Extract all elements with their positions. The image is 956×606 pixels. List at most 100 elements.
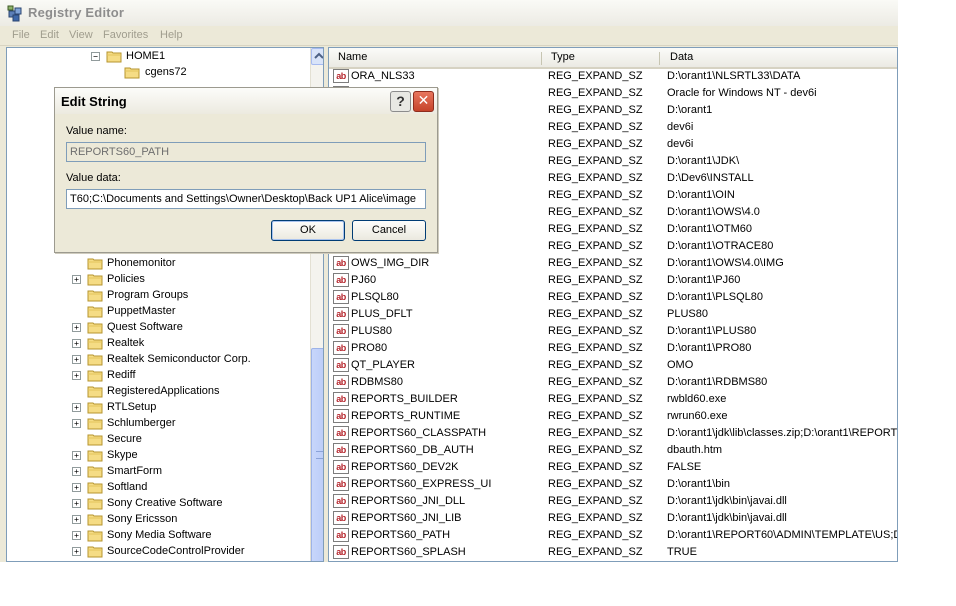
- column-header-data[interactable]: Data: [670, 51, 693, 63]
- value-type: REG_EXPAND_SZ: [548, 308, 643, 320]
- tree-item[interactable]: Program Groups: [7, 288, 307, 304]
- title-bar[interactable]: Registry Editor: [0, 0, 898, 26]
- value-data: D:\orant1\NLSRTL33\DATA: [667, 70, 801, 82]
- registry-value-row[interactable]: ab REPORTS60_SPLASH REG_EXPAND_SZ TRUE: [329, 544, 897, 561]
- registry-value-row[interactable]: ab PJ60 REG_EXPAND_SZ D:\orant1\PJ60: [329, 272, 897, 289]
- registry-value-row[interactable]: ab PRO80 REG_EXPAND_SZ D:\orant1\PRO80: [329, 340, 897, 357]
- value-data: D:\orant1\PLUS80: [667, 325, 757, 337]
- expander-toggle[interactable]: +: [72, 403, 81, 412]
- scroll-up-button[interactable]: [311, 48, 323, 65]
- expander-toggle[interactable]: +: [72, 275, 81, 284]
- value-data-input[interactable]: T60;C:\Documents and Settings\Owner\Desk…: [66, 189, 426, 209]
- tree-item[interactable]: + Softland: [7, 480, 307, 496]
- column-header-name[interactable]: Name: [338, 51, 367, 63]
- expander-toggle[interactable]: +: [72, 515, 81, 524]
- expander-toggle[interactable]: +: [72, 355, 81, 364]
- value-type: REG_EXPAND_SZ: [548, 512, 643, 524]
- registry-value-row[interactable]: ab REPORTS60_JNI_LIB REG_EXPAND_SZ D:\orant…: [329, 510, 897, 527]
- tree-item[interactable]: Secure: [7, 432, 307, 448]
- value-data: D:\orant1\PLSQL80: [667, 291, 764, 303]
- value-data: OMO: [667, 359, 694, 371]
- expander-toggle[interactable]: −: [91, 52, 100, 61]
- cancel-button[interactable]: Cancel: [352, 220, 426, 241]
- expander-toggle[interactable]: +: [72, 467, 81, 476]
- column-header-type[interactable]: Type: [551, 51, 575, 63]
- registry-value-row[interactable]: ab REPORTS_RUNTIME REG_EXPAND_SZ rwrun60.ex…: [329, 408, 897, 425]
- value-type: REG_EXPAND_SZ: [548, 104, 643, 116]
- column-divider[interactable]: [541, 52, 542, 65]
- dialog-title-bar[interactable]: Edit String ? ✕: [55, 88, 437, 114]
- tree-item[interactable]: PuppetMaster: [7, 304, 307, 320]
- tree-item[interactable]: + Sony Ericsson: [7, 512, 307, 528]
- registry-value-row[interactable]: ab REPORTS60_DEV2K REG_EXPAND_SZ FALSE: [329, 459, 897, 476]
- tree-item[interactable]: + Policies: [7, 272, 307, 288]
- value-name: PRO80: [351, 342, 388, 354]
- expander-toggle[interactable]: +: [72, 451, 81, 460]
- tree-item[interactable]: cgens72: [7, 65, 307, 81]
- tree-item[interactable]: + Rediff: [7, 368, 307, 384]
- value-data: PLUS80: [667, 308, 708, 320]
- registry-value-row[interactable]: ab REPORTS60_CLASSPATH REG_EXPAND_SZ D:\ora…: [329, 425, 897, 442]
- tree-item-label: Phonemonitor: [107, 257, 176, 269]
- tree-item[interactable]: + Quest Software: [7, 320, 307, 336]
- tree-item[interactable]: + Sony Creative Software: [7, 496, 307, 512]
- chevron-up-icon: [314, 52, 323, 59]
- registry-value-row[interactable]: ab PLUS_DFLT REG_EXPAND_SZ PLUS80: [329, 306, 897, 323]
- tree-item[interactable]: + Realtek Semiconductor Corp.: [7, 352, 307, 368]
- tree-item[interactable]: Phonemonitor: [7, 256, 307, 272]
- expander-toggle[interactable]: +: [72, 531, 81, 540]
- close-button[interactable]: ✕: [413, 91, 434, 112]
- registry-value-row[interactable]: ab RDBMS80 REG_EXPAND_SZ D:\orant1\RDBMS80: [329, 374, 897, 391]
- expander-toggle[interactable]: +: [72, 323, 81, 332]
- registry-value-row[interactable]: ab REPORTS60_EXPRESS_UI REG_EXPAND_SZ D:\or…: [329, 476, 897, 493]
- registry-value-row[interactable]: ab QT_PLAYER REG_EXPAND_SZ OMO: [329, 357, 897, 374]
- window-title: Registry Editor: [28, 5, 125, 20]
- folder-icon: [87, 322, 103, 334]
- menu-file[interactable]: File: [10, 28, 32, 42]
- tree-item[interactable]: − HOME1: [7, 49, 307, 65]
- registry-value-row[interactable]: ab OWS_IMG_DIR REG_EXPAND_SZ D:\orant1\OWS\…: [329, 255, 897, 272]
- value-data: D:\orant1: [667, 104, 713, 116]
- expander-toggle[interactable]: +: [72, 371, 81, 380]
- menu-help[interactable]: Help: [158, 28, 185, 42]
- value-type: REG_EXPAND_SZ: [548, 223, 643, 235]
- tree-item[interactable]: + Schlumberger: [7, 416, 307, 432]
- expander-toggle[interactable]: +: [72, 419, 81, 428]
- tree-item[interactable]: + Sony Media Software: [7, 528, 307, 544]
- registry-value-row[interactable]: ab ORA_NLS33 REG_EXPAND_SZ D:\orant1\NLSRTL…: [329, 68, 897, 85]
- expander-toggle[interactable]: +: [72, 547, 81, 556]
- tree-item[interactable]: + RTLSetup: [7, 400, 307, 416]
- tree-item[interactable]: + SmartForm: [7, 464, 307, 480]
- value-type: REG_EXPAND_SZ: [548, 87, 643, 99]
- string-value-icon: ab: [333, 290, 349, 304]
- registry-value-row[interactable]: ab REPORTS_BUILDER REG_EXPAND_SZ rwbld60.ex…: [329, 391, 897, 408]
- value-data-label: Value data:: [66, 172, 121, 184]
- ok-button[interactable]: OK: [271, 220, 345, 241]
- value-name: REPORTS60_DEV2K: [351, 461, 459, 473]
- expander-toggle[interactable]: +: [72, 483, 81, 492]
- column-divider[interactable]: [659, 52, 660, 65]
- registry-value-row[interactable]: ab PLUS80 REG_EXPAND_SZ D:\orant1\PLUS80: [329, 323, 897, 340]
- tree-item[interactable]: + SourceCodeControlProvider: [7, 544, 307, 560]
- menu-view[interactable]: View: [67, 28, 95, 42]
- tree-item[interactable]: RegisteredApplications: [7, 384, 307, 400]
- registry-value-row[interactable]: ab REPORTS60_DB_AUTH REG_EXPAND_SZ dbauth.h…: [329, 442, 897, 459]
- tree-item[interactable]: + Realtek: [7, 336, 307, 352]
- registry-value-row[interactable]: ab REPORTS60_PATH REG_EXPAND_SZ D:\orant1\R…: [329, 527, 897, 544]
- folder-icon: [87, 354, 103, 366]
- scroll-thumb[interactable]: [311, 348, 323, 561]
- registry-value-row[interactable]: ab PLSQL80 REG_EXPAND_SZ D:\orant1\PLSQL80: [329, 289, 897, 306]
- help-button[interactable]: ?: [390, 91, 411, 112]
- menu-edit[interactable]: Edit: [38, 28, 61, 42]
- menu-favorites[interactable]: Favorites: [101, 28, 150, 42]
- tree-item[interactable]: + Skype: [7, 448, 307, 464]
- tree-item-label: Sony Media Software: [107, 529, 212, 541]
- value-name-field: REPORTS60_PATH: [66, 142, 426, 162]
- expander-toggle[interactable]: +: [72, 499, 81, 508]
- expander-toggle[interactable]: +: [72, 339, 81, 348]
- folder-icon: [124, 67, 140, 79]
- registry-value-row[interactable]: ab REPORTS60_JNI_DLL REG_EXPAND_SZ D:\orant…: [329, 493, 897, 510]
- dialog-title: Edit String: [61, 94, 127, 109]
- tree-item-label: PuppetMaster: [107, 305, 176, 317]
- value-name: OWS_IMG_DIR: [351, 257, 430, 269]
